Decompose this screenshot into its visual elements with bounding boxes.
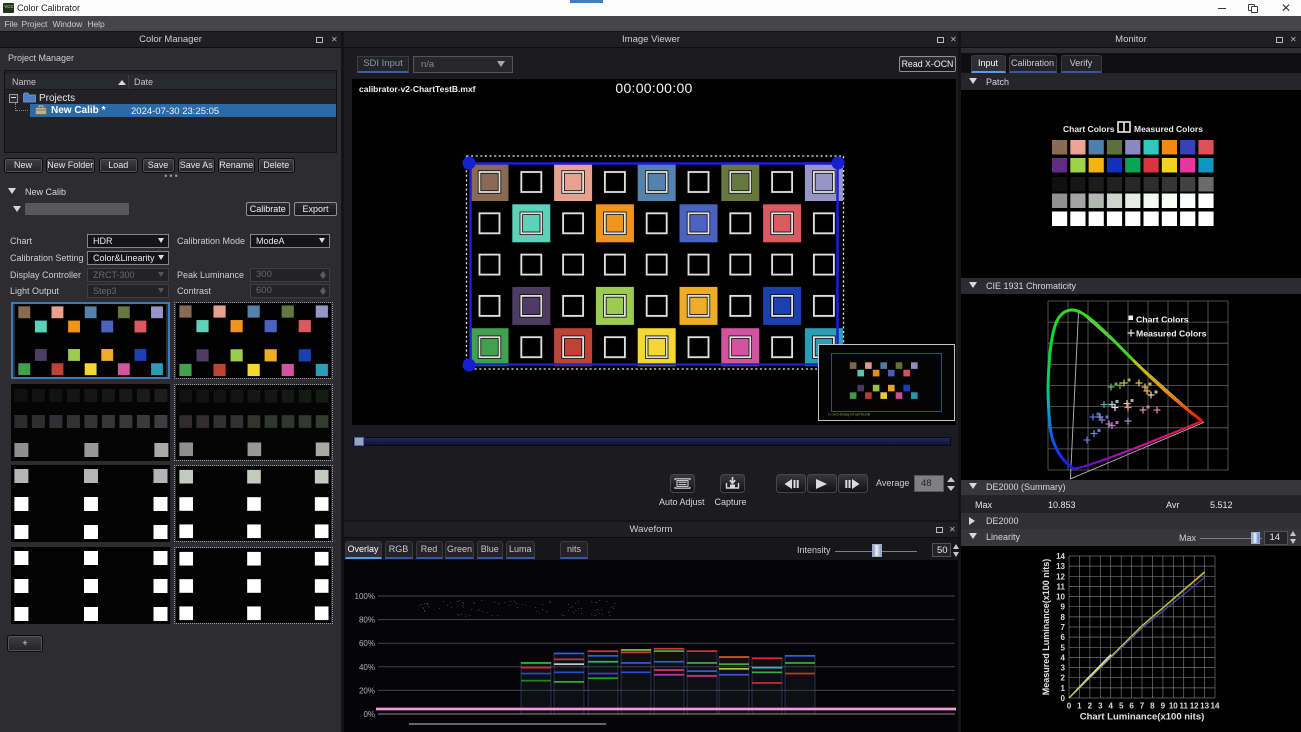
- svg-text:2: 2: [1088, 702, 1093, 711]
- svg-text:8: 8: [1061, 613, 1066, 622]
- svg-text:6: 6: [1061, 633, 1066, 642]
- svg-text:7: 7: [1061, 623, 1066, 632]
- svg-text:4: 4: [1061, 653, 1066, 662]
- svg-text:12: 12: [1190, 702, 1199, 711]
- svg-text:Measured Luminance(x100 nits): Measured Luminance(x100 nits): [1041, 559, 1051, 696]
- svg-text:100%: 100%: [355, 592, 375, 601]
- svg-text:10: 10: [1056, 593, 1065, 602]
- svg-text:60%: 60%: [359, 639, 375, 648]
- svg-text:5: 5: [1119, 702, 1124, 711]
- svg-text:14: 14: [1211, 702, 1220, 711]
- svg-text:Measured Colors: Measured Colors: [1136, 329, 1207, 339]
- svg-text:1: 1: [1077, 702, 1082, 711]
- svg-text:8: 8: [1150, 702, 1155, 711]
- svg-text:3: 3: [1098, 702, 1103, 711]
- svg-text:13: 13: [1200, 702, 1209, 711]
- svg-text:40%: 40%: [359, 663, 375, 672]
- svg-text:5: 5: [1061, 643, 1066, 652]
- svg-text:0%: 0%: [363, 710, 375, 719]
- svg-text:4: 4: [1108, 702, 1113, 711]
- svg-text:0: 0: [1067, 702, 1072, 711]
- svg-text:20%: 20%: [359, 686, 375, 695]
- svg-text:10: 10: [1169, 702, 1178, 711]
- svg-text:14: 14: [1056, 552, 1065, 561]
- svg-text:9: 9: [1061, 603, 1066, 612]
- svg-text:Chart Colors: Chart Colors: [1136, 315, 1189, 325]
- svg-text:9: 9: [1161, 702, 1166, 711]
- svg-text:80%: 80%: [359, 616, 375, 625]
- svg-text:12: 12: [1056, 572, 1065, 581]
- svg-text:11: 11: [1057, 582, 1066, 591]
- svg-text:2: 2: [1061, 674, 1066, 683]
- svg-text:1: 1: [1061, 684, 1066, 693]
- svg-text:6: 6: [1129, 702, 1134, 711]
- svg-text:0: 0: [1061, 694, 1066, 703]
- svg-text:13: 13: [1056, 562, 1065, 571]
- svg-text:C-3x5-6StepChartTestB: C-3x5-6StepChartTestB: [828, 412, 871, 417]
- svg-text:Chart Luminance(x100 nits): Chart Luminance(x100 nits): [1080, 712, 1205, 723]
- svg-text:3: 3: [1061, 664, 1066, 673]
- svg-text:7: 7: [1140, 702, 1145, 711]
- svg-text:11: 11: [1179, 702, 1188, 711]
